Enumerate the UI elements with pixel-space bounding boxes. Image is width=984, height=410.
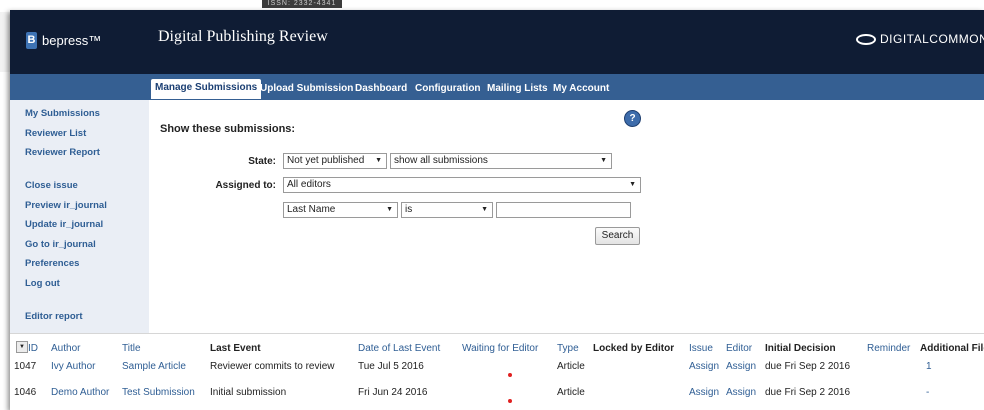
row-type: Article	[557, 387, 585, 398]
column-header-additional-files: Additional Files	[920, 343, 984, 354]
row-issue-assign[interactable]: Assign	[689, 361, 719, 372]
digital-commons-logo[interactable]: DIGITALCOMMONS	[856, 32, 984, 46]
state-select-value: Not yet published	[287, 155, 365, 166]
row-date: Fri Jun 24 2016	[358, 387, 428, 398]
tab-manage-submissions[interactable]: Manage Submissions	[151, 79, 262, 99]
sidebar-item-reviewer-report[interactable]: Reviewer Report	[25, 147, 100, 158]
row-date: Tue Jul 5 2016	[358, 361, 424, 372]
waiting-indicator	[508, 373, 512, 377]
bepress-logo[interactable]: B bepress™	[26, 32, 101, 49]
search-operator-select[interactable]: is ▼	[401, 202, 493, 218]
row-title[interactable]: Sample Article	[122, 361, 186, 372]
sidebar-item-go-to-journal[interactable]: Go to ir_journal	[25, 239, 96, 250]
sidebar-item-close-issue[interactable]: Close issue	[25, 180, 78, 191]
search-button[interactable]: Search	[595, 227, 640, 245]
tab-mailing-lists[interactable]: Mailing Lists	[487, 80, 548, 100]
search-text-input[interactable]	[496, 202, 631, 218]
tab-my-account[interactable]: My Account	[553, 80, 609, 100]
tab-upload-submission[interactable]: Upload Submission	[260, 80, 353, 100]
tab-dashboard[interactable]: Dashboard	[355, 80, 407, 100]
assigned-to-select[interactable]: All editors ▼	[283, 177, 641, 193]
column-header-type[interactable]: Type	[557, 343, 579, 354]
column-header-editor[interactable]: Editor	[726, 343, 752, 354]
sidebar-item-log-out[interactable]: Log out	[25, 278, 60, 289]
row-additional-files[interactable]: 1	[926, 361, 932, 372]
state-select[interactable]: Not yet published ▼	[283, 153, 387, 169]
digital-commons-logo-text: DIGITALCOMMONS	[880, 32, 984, 46]
header: B bepress™ Digital Publishing Review DIG…	[10, 10, 984, 74]
bepress-logo-text: bepress™	[42, 33, 102, 48]
column-header-title[interactable]: Title	[122, 343, 141, 354]
chevron-down-icon: ▼	[600, 157, 607, 164]
app-window: B bepress™ Digital Publishing Review DIG…	[10, 10, 984, 410]
column-header-initial-decision: Initial Decision	[765, 343, 836, 354]
sidebar-item-my-submissions[interactable]: My Submissions	[25, 108, 100, 119]
row-author[interactable]: Ivy Author	[51, 361, 95, 372]
table-divider	[10, 333, 984, 334]
row-type: Article	[557, 361, 585, 372]
sort-toggle[interactable]: ▼	[16, 341, 28, 353]
column-header-last-event: Last Event	[210, 343, 261, 354]
filter-heading: Show these submissions:	[160, 123, 296, 135]
row-last-event: Initial submission	[210, 387, 287, 398]
column-header-date[interactable]: Date of Last Event	[358, 343, 440, 354]
search-field-select[interactable]: Last Name ▼	[283, 202, 398, 218]
sidebar-item-update-journal[interactable]: Update ir_journal	[25, 219, 103, 230]
background-issn-strip: ISSN: 2332-4341	[262, 0, 342, 8]
row-initial-decision: due Fri Sep 2 2016	[765, 387, 851, 398]
bepress-logo-icon: B	[26, 32, 37, 49]
scope-select[interactable]: show all submissions ▼	[390, 153, 612, 169]
main-nav: Manage Submissions Upload Submission Das…	[10, 74, 984, 100]
row-editor-assign[interactable]: Assign	[726, 387, 756, 398]
search-field-select-value: Last Name	[287, 204, 336, 215]
column-header-reminder[interactable]: Reminder	[867, 343, 910, 354]
help-icon[interactable]: ?	[624, 110, 641, 127]
waiting-indicator	[508, 399, 512, 403]
row-issue-assign[interactable]: Assign	[689, 387, 719, 398]
row-last-event: Reviewer commits to review	[210, 361, 335, 372]
column-header-locked: Locked by Editor	[593, 343, 675, 354]
column-header-id[interactable]: ID	[28, 343, 38, 354]
row-author[interactable]: Demo Author	[51, 387, 109, 398]
sidebar-item-preferences[interactable]: Preferences	[25, 258, 79, 269]
state-label: State:	[248, 156, 276, 167]
assigned-to-select-value: All editors	[287, 179, 331, 190]
row-id: 1046	[14, 387, 37, 398]
chevron-down-icon: ▼	[375, 157, 382, 164]
chevron-down-icon: ▼	[19, 344, 25, 350]
assigned-to-label: Assigned to:	[215, 180, 276, 191]
digital-commons-swoosh-icon	[856, 33, 876, 45]
journal-title: Digital Publishing Review	[158, 28, 328, 45]
scope-select-value: show all submissions	[394, 155, 488, 166]
sidebar-item-preview-journal[interactable]: Preview ir_journal	[25, 200, 107, 211]
tab-configuration[interactable]: Configuration	[415, 80, 481, 100]
column-header-author[interactable]: Author	[51, 343, 80, 354]
chevron-down-icon: ▼	[629, 181, 636, 188]
sidebar-item-reviewer-list[interactable]: Reviewer List	[25, 128, 86, 139]
sidebar-item-editor-report[interactable]: Editor report	[25, 311, 83, 322]
row-initial-decision: due Fri Sep 2 2016	[765, 361, 851, 372]
column-header-issue[interactable]: Issue	[689, 343, 713, 354]
row-editor-assign[interactable]: Assign	[726, 361, 756, 372]
search-operator-select-value: is	[405, 204, 413, 215]
row-id: 1047	[14, 361, 37, 372]
column-header-waiting[interactable]: Waiting for Editor	[462, 343, 538, 354]
chevron-down-icon: ▼	[481, 206, 488, 213]
chevron-down-icon: ▼	[386, 206, 393, 213]
row-title[interactable]: Test Submission	[122, 387, 195, 398]
row-additional-files: -	[926, 387, 930, 398]
